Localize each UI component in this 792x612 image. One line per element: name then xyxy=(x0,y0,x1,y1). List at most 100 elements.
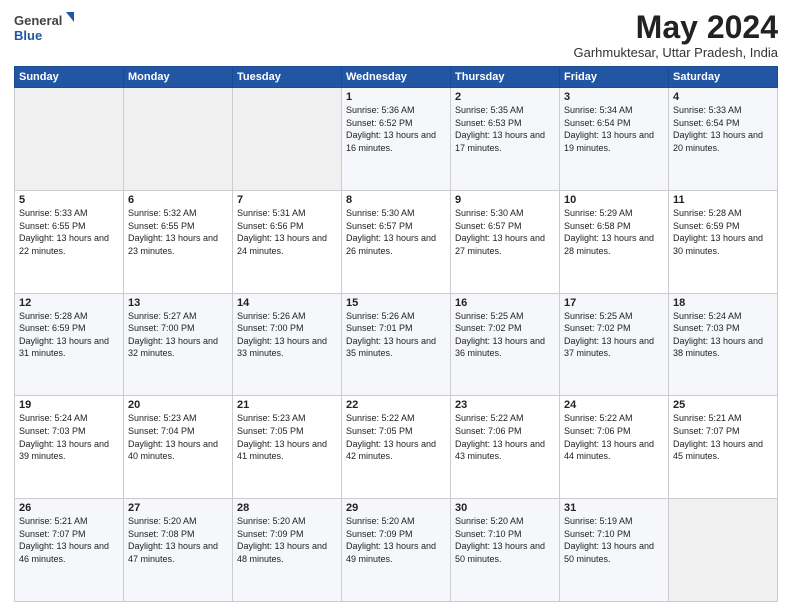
day-info: Sunrise: 5:24 AM Sunset: 7:03 PM Dayligh… xyxy=(673,310,773,360)
day-number: 30 xyxy=(455,502,555,514)
day-info: Sunrise: 5:22 AM Sunset: 7:06 PM Dayligh… xyxy=(455,412,555,462)
calendar-cell: 22Sunrise: 5:22 AM Sunset: 7:05 PM Dayli… xyxy=(342,396,451,499)
calendar-cell: 29Sunrise: 5:20 AM Sunset: 7:09 PM Dayli… xyxy=(342,499,451,602)
calendar-cell: 31Sunrise: 5:19 AM Sunset: 7:10 PM Dayli… xyxy=(560,499,669,602)
day-info: Sunrise: 5:23 AM Sunset: 7:05 PM Dayligh… xyxy=(237,412,337,462)
calendar-cell xyxy=(669,499,778,602)
svg-text:General: General xyxy=(14,13,62,28)
calendar-cell xyxy=(15,88,124,191)
day-number: 26 xyxy=(19,502,119,514)
day-info: Sunrise: 5:30 AM Sunset: 6:57 PM Dayligh… xyxy=(346,207,446,257)
day-info: Sunrise: 5:25 AM Sunset: 7:02 PM Dayligh… xyxy=(564,310,664,360)
day-number: 23 xyxy=(455,399,555,411)
calendar-cell: 14Sunrise: 5:26 AM Sunset: 7:00 PM Dayli… xyxy=(233,293,342,396)
calendar-cell: 19Sunrise: 5:24 AM Sunset: 7:03 PM Dayli… xyxy=(15,396,124,499)
calendar-week-0: 1Sunrise: 5:36 AM Sunset: 6:52 PM Daylig… xyxy=(15,88,778,191)
day-info: Sunrise: 5:35 AM Sunset: 6:53 PM Dayligh… xyxy=(455,104,555,154)
day-number: 28 xyxy=(237,502,337,514)
calendar-cell: 12Sunrise: 5:28 AM Sunset: 6:59 PM Dayli… xyxy=(15,293,124,396)
day-info: Sunrise: 5:33 AM Sunset: 6:54 PM Dayligh… xyxy=(673,104,773,154)
day-number: 8 xyxy=(346,194,446,206)
day-info: Sunrise: 5:26 AM Sunset: 7:00 PM Dayligh… xyxy=(237,310,337,360)
day-number: 9 xyxy=(455,194,555,206)
calendar-cell: 8Sunrise: 5:30 AM Sunset: 6:57 PM Daylig… xyxy=(342,190,451,293)
calendar-cell: 4Sunrise: 5:33 AM Sunset: 6:54 PM Daylig… xyxy=(669,88,778,191)
day-number: 24 xyxy=(564,399,664,411)
calendar-cell: 27Sunrise: 5:20 AM Sunset: 7:08 PM Dayli… xyxy=(124,499,233,602)
day-number: 7 xyxy=(237,194,337,206)
day-number: 2 xyxy=(455,91,555,103)
col-sunday: Sunday xyxy=(15,67,124,88)
day-number: 21 xyxy=(237,399,337,411)
col-tuesday: Tuesday xyxy=(233,67,342,88)
day-number: 11 xyxy=(673,194,773,206)
calendar-week-3: 19Sunrise: 5:24 AM Sunset: 7:03 PM Dayli… xyxy=(15,396,778,499)
col-friday: Friday xyxy=(560,67,669,88)
calendar-header-row: Sunday Monday Tuesday Wednesday Thursday… xyxy=(15,67,778,88)
day-number: 1 xyxy=(346,91,446,103)
day-number: 3 xyxy=(564,91,664,103)
day-number: 20 xyxy=(128,399,228,411)
calendar-cell: 2Sunrise: 5:35 AM Sunset: 6:53 PM Daylig… xyxy=(451,88,560,191)
day-number: 4 xyxy=(673,91,773,103)
calendar-cell: 10Sunrise: 5:29 AM Sunset: 6:58 PM Dayli… xyxy=(560,190,669,293)
calendar-cell: 26Sunrise: 5:21 AM Sunset: 7:07 PM Dayli… xyxy=(15,499,124,602)
calendar-week-2: 12Sunrise: 5:28 AM Sunset: 6:59 PM Dayli… xyxy=(15,293,778,396)
col-wednesday: Wednesday xyxy=(342,67,451,88)
calendar-cell: 1Sunrise: 5:36 AM Sunset: 6:52 PM Daylig… xyxy=(342,88,451,191)
day-number: 5 xyxy=(19,194,119,206)
day-number: 19 xyxy=(19,399,119,411)
day-number: 6 xyxy=(128,194,228,206)
day-info: Sunrise: 5:26 AM Sunset: 7:01 PM Dayligh… xyxy=(346,310,446,360)
month-title: May 2024 xyxy=(574,10,778,45)
day-info: Sunrise: 5:20 AM Sunset: 7:09 PM Dayligh… xyxy=(237,515,337,565)
day-number: 10 xyxy=(564,194,664,206)
day-info: Sunrise: 5:20 AM Sunset: 7:08 PM Dayligh… xyxy=(128,515,228,565)
day-info: Sunrise: 5:36 AM Sunset: 6:52 PM Dayligh… xyxy=(346,104,446,154)
location: Garhmuktesar, Uttar Pradesh, India xyxy=(574,45,778,60)
svg-text:Blue: Blue xyxy=(14,28,42,43)
calendar-cell xyxy=(233,88,342,191)
calendar-cell: 15Sunrise: 5:26 AM Sunset: 7:01 PM Dayli… xyxy=(342,293,451,396)
calendar-cell: 17Sunrise: 5:25 AM Sunset: 7:02 PM Dayli… xyxy=(560,293,669,396)
calendar-cell: 3Sunrise: 5:34 AM Sunset: 6:54 PM Daylig… xyxy=(560,88,669,191)
day-info: Sunrise: 5:31 AM Sunset: 6:56 PM Dayligh… xyxy=(237,207,337,257)
day-number: 27 xyxy=(128,502,228,514)
logo-svg: General Blue xyxy=(14,10,74,46)
calendar-cell: 5Sunrise: 5:33 AM Sunset: 6:55 PM Daylig… xyxy=(15,190,124,293)
day-info: Sunrise: 5:27 AM Sunset: 7:00 PM Dayligh… xyxy=(128,310,228,360)
page: General Blue May 2024 Garhmuktesar, Utta… xyxy=(0,0,792,612)
col-monday: Monday xyxy=(124,67,233,88)
col-thursday: Thursday xyxy=(451,67,560,88)
day-info: Sunrise: 5:28 AM Sunset: 6:59 PM Dayligh… xyxy=(673,207,773,257)
logo: General Blue xyxy=(14,10,74,46)
day-info: Sunrise: 5:34 AM Sunset: 6:54 PM Dayligh… xyxy=(564,104,664,154)
day-number: 14 xyxy=(237,297,337,309)
calendar-cell: 11Sunrise: 5:28 AM Sunset: 6:59 PM Dayli… xyxy=(669,190,778,293)
day-number: 31 xyxy=(564,502,664,514)
calendar-cell: 6Sunrise: 5:32 AM Sunset: 6:55 PM Daylig… xyxy=(124,190,233,293)
calendar-cell: 20Sunrise: 5:23 AM Sunset: 7:04 PM Dayli… xyxy=(124,396,233,499)
day-number: 13 xyxy=(128,297,228,309)
header: General Blue May 2024 Garhmuktesar, Utta… xyxy=(14,10,778,60)
day-number: 17 xyxy=(564,297,664,309)
calendar-cell: 23Sunrise: 5:22 AM Sunset: 7:06 PM Dayli… xyxy=(451,396,560,499)
calendar-cell: 16Sunrise: 5:25 AM Sunset: 7:02 PM Dayli… xyxy=(451,293,560,396)
day-info: Sunrise: 5:20 AM Sunset: 7:10 PM Dayligh… xyxy=(455,515,555,565)
day-number: 16 xyxy=(455,297,555,309)
calendar-cell: 18Sunrise: 5:24 AM Sunset: 7:03 PM Dayli… xyxy=(669,293,778,396)
day-info: Sunrise: 5:32 AM Sunset: 6:55 PM Dayligh… xyxy=(128,207,228,257)
day-info: Sunrise: 5:19 AM Sunset: 7:10 PM Dayligh… xyxy=(564,515,664,565)
calendar-cell: 24Sunrise: 5:22 AM Sunset: 7:06 PM Dayli… xyxy=(560,396,669,499)
day-number: 15 xyxy=(346,297,446,309)
day-info: Sunrise: 5:28 AM Sunset: 6:59 PM Dayligh… xyxy=(19,310,119,360)
calendar-cell: 30Sunrise: 5:20 AM Sunset: 7:10 PM Dayli… xyxy=(451,499,560,602)
day-info: Sunrise: 5:22 AM Sunset: 7:06 PM Dayligh… xyxy=(564,412,664,462)
calendar-cell: 28Sunrise: 5:20 AM Sunset: 7:09 PM Dayli… xyxy=(233,499,342,602)
day-info: Sunrise: 5:24 AM Sunset: 7:03 PM Dayligh… xyxy=(19,412,119,462)
calendar-cell: 25Sunrise: 5:21 AM Sunset: 7:07 PM Dayli… xyxy=(669,396,778,499)
calendar-cell xyxy=(124,88,233,191)
col-saturday: Saturday xyxy=(669,67,778,88)
day-info: Sunrise: 5:25 AM Sunset: 7:02 PM Dayligh… xyxy=(455,310,555,360)
day-info: Sunrise: 5:20 AM Sunset: 7:09 PM Dayligh… xyxy=(346,515,446,565)
